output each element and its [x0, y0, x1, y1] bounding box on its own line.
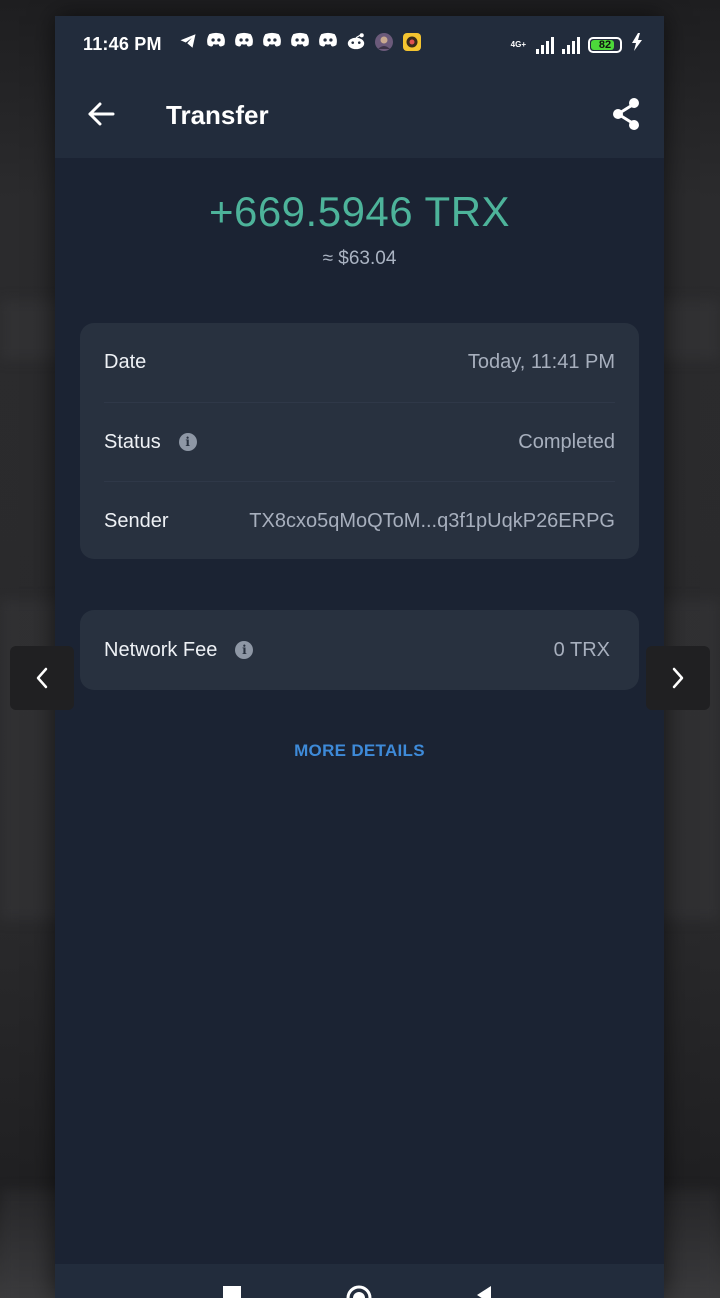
- signal-strength-icon: [562, 36, 580, 54]
- app-bar: Transfer: [55, 72, 664, 158]
- network-fee-value: 0 TRX: [553, 638, 610, 661]
- status-label: Status: [104, 430, 161, 453]
- charging-icon: [630, 33, 644, 56]
- info-icon[interactable]: i: [178, 433, 197, 451]
- arrow-left-icon: [88, 102, 115, 126]
- status-bar: 11:46 PM 4G+ 82: [55, 16, 664, 72]
- sender-address[interactable]: TX8cxo5qMoQToM...q3f1pUqkP26ERPG: [249, 510, 615, 533]
- system-nav-bar: [55, 1264, 664, 1298]
- transfer-amount: +669.5946 TRX: [208, 188, 511, 235]
- battery-percent: 82: [598, 38, 612, 51]
- discord-icon: [205, 32, 227, 54]
- discord-icon: [289, 32, 311, 54]
- previous-image-button[interactable]: [10, 646, 74, 710]
- network-fee-card: Network Fee i 0 TRX: [80, 610, 639, 690]
- reddit-icon: [345, 32, 367, 54]
- page-title: Transfer: [166, 100, 269, 130]
- sender-label: Sender: [104, 509, 169, 532]
- avatar-icon: [373, 32, 395, 54]
- discord-icon: [233, 32, 255, 54]
- network-fee-label: Network Fee: [104, 638, 218, 661]
- back-nav-icon[interactable]: [475, 1286, 493, 1298]
- network-fee-label-group: Network Fee i: [104, 638, 254, 662]
- share-button[interactable]: [606, 94, 646, 134]
- chevron-left-icon: [36, 667, 48, 689]
- network-fee-row: Network Fee i 0 TRX: [104, 611, 610, 689]
- status-right: 4G+ 82: [511, 33, 644, 56]
- camera-app-icon: [401, 32, 423, 54]
- recent-apps-icon[interactable]: [223, 1286, 241, 1298]
- status-row: Status i Completed: [104, 402, 615, 481]
- status-value: Completed: [518, 430, 615, 453]
- date-value: Today, 11:41 PM: [467, 350, 615, 373]
- date-label: Date: [104, 350, 147, 373]
- sender-row[interactable]: Sender TX8cxo5qMoQToM...q3f1pUqkP26ERPG: [104, 481, 615, 560]
- telegram-icon: [177, 32, 199, 54]
- battery-icon: 82: [588, 36, 622, 53]
- discord-icon: [261, 32, 283, 54]
- more-details-button[interactable]: MORE DETAILS: [55, 741, 664, 761]
- details-card: Date Today, 11:41 PM Status i Completed …: [80, 323, 639, 559]
- chevron-right-icon: [672, 667, 684, 689]
- home-icon[interactable]: [345, 1284, 373, 1298]
- signal-strength-icon: [536, 36, 554, 54]
- status-time: 11:46 PM: [83, 34, 162, 54]
- status-label-group: Status i: [104, 431, 197, 454]
- share-icon: [613, 98, 639, 130]
- discord-icon: [317, 32, 339, 54]
- back-button[interactable]: [81, 94, 121, 134]
- info-icon[interactable]: i: [235, 641, 254, 659]
- fiat-value: ≈ $63.04: [322, 248, 397, 269]
- network-label: 4G+: [510, 39, 526, 49]
- notification-icons: [177, 32, 423, 54]
- date-row: Date Today, 11:41 PM: [104, 323, 615, 401]
- phone-screenshot: 11:46 PM 4G+ 82 Transfer +669.5946 TRX ≈…: [55, 16, 664, 1298]
- next-image-button[interactable]: [646, 646, 710, 710]
